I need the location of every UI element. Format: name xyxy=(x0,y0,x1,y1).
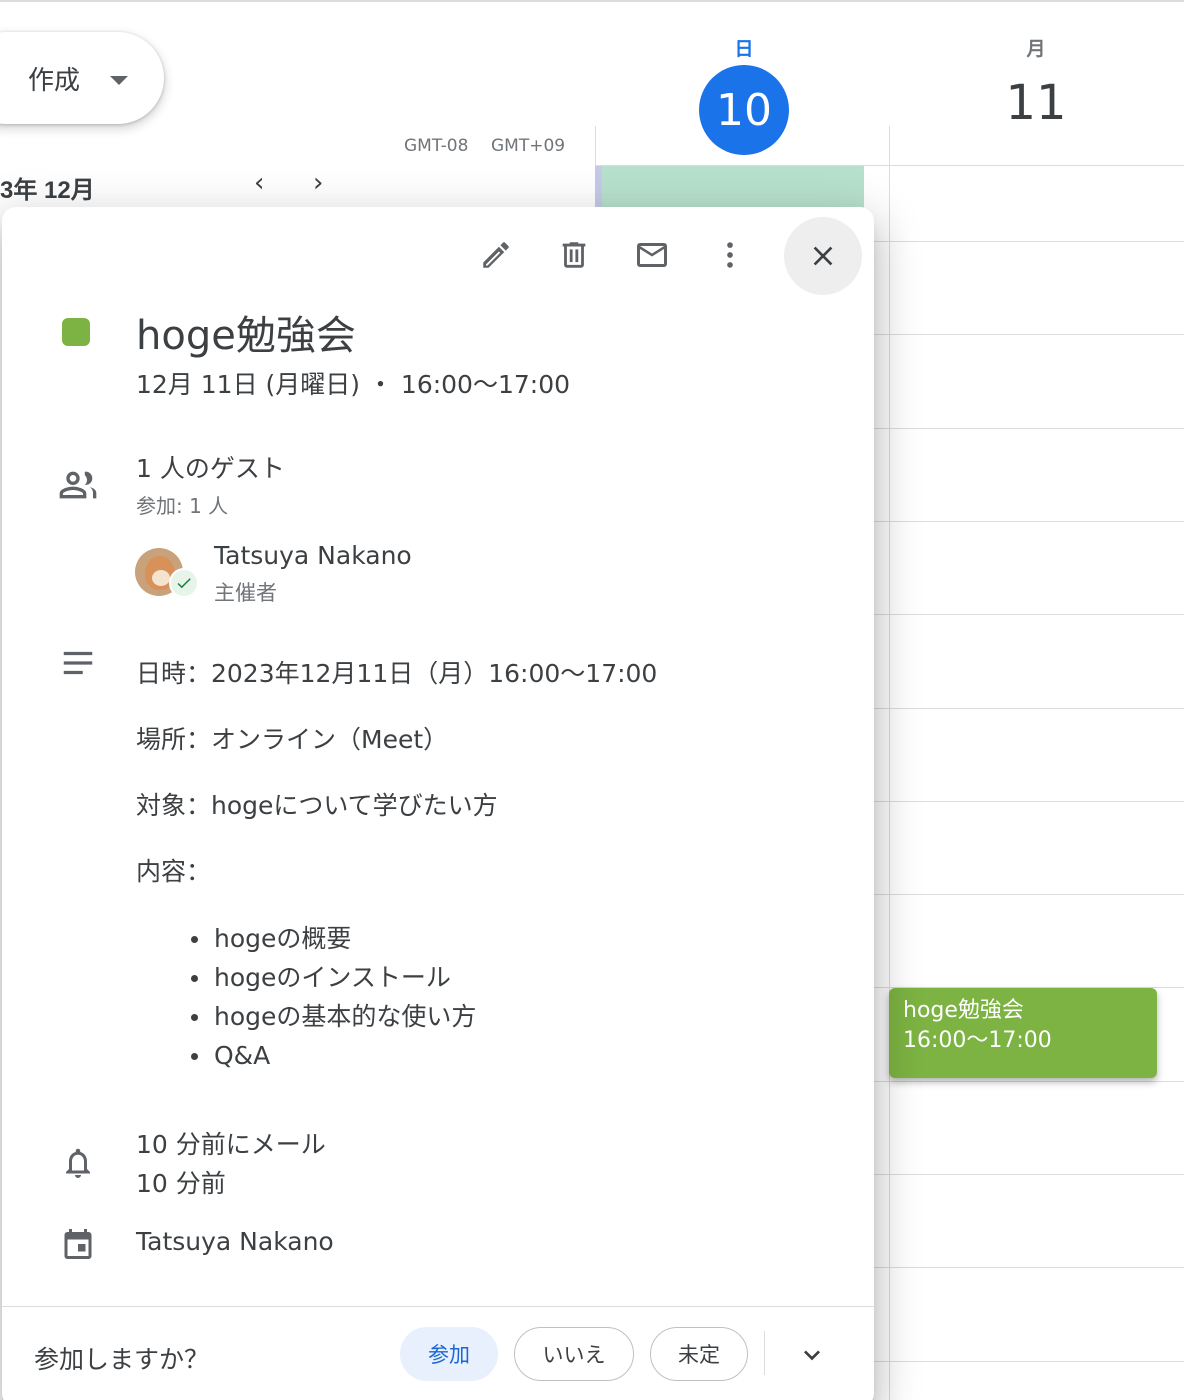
edit-button[interactable] xyxy=(470,229,522,281)
mini-calendar-prev-button[interactable]: ‹ xyxy=(254,168,264,198)
guest-name: Tatsuya Nakano xyxy=(214,541,412,570)
email-icon xyxy=(637,243,667,267)
description-line-datetime: 日時：2023年12月11日（月）16:00〜17:00 xyxy=(136,659,658,688)
grid-line xyxy=(874,614,1184,615)
grid-line xyxy=(874,1081,1184,1082)
delete-icon xyxy=(562,242,586,268)
grid-line xyxy=(874,1267,1184,1268)
grid-line xyxy=(889,126,890,1400)
footer-divider xyxy=(2,1306,874,1307)
event-detail-popup: hoge勉強会 12月 11日 (月曜日) ・ 16:00〜17:00 1 人の… xyxy=(2,207,874,1400)
day-of-week: 月 xyxy=(1026,38,1046,60)
description-line-target: 対象：hogeについて学びたい方 xyxy=(136,791,498,820)
create-label: 作成 xyxy=(28,65,81,96)
day-of-week: 日 xyxy=(734,38,754,60)
allday-edge xyxy=(595,166,602,210)
more-vert-icon xyxy=(727,242,733,268)
list-item: hogeの基本的な使い方 xyxy=(190,997,476,1036)
description-bullet-list: hogeの概要 hogeのインストール hogeの基本的な使い方 Q&A xyxy=(190,919,476,1075)
event-title: hoge勉強会 xyxy=(136,313,356,359)
mini-calendar-next-button[interactable]: › xyxy=(313,168,323,198)
grid-line xyxy=(874,708,1184,709)
bell-icon xyxy=(56,1141,100,1185)
description-line-content: 内容： xyxy=(136,857,212,886)
grid-line xyxy=(874,428,1184,429)
accepted-check-icon xyxy=(169,568,199,598)
grid-line xyxy=(874,241,1184,242)
calendar-owner: Tatsuya Nakano xyxy=(136,1227,334,1256)
delete-button[interactable] xyxy=(548,229,600,281)
grid-line xyxy=(874,1174,1184,1175)
rsvp-options-button[interactable] xyxy=(790,1333,834,1377)
guest-status: 参加: 1 人 xyxy=(136,494,229,518)
event-datetime: 12月 11日 (月曜日) ・ 16:00〜17:00 xyxy=(136,370,571,399)
day-header-mon[interactable]: 月 11 xyxy=(990,34,1082,131)
top-border xyxy=(0,0,1184,2)
event-color-indicator xyxy=(62,318,90,346)
event-chip-time: 16:00〜17:00 xyxy=(903,1028,1052,1053)
grid-line xyxy=(874,801,1184,802)
email-guests-button[interactable] xyxy=(626,229,678,281)
edit-icon xyxy=(483,242,509,268)
description-icon xyxy=(56,641,100,685)
rsvp-question: 参加しますか？ xyxy=(34,1345,210,1374)
create-button[interactable]: 作成 xyxy=(0,32,164,124)
notification-popup: 10 分前 xyxy=(136,1169,226,1198)
rsvp-maybe-button[interactable]: 未定 xyxy=(650,1327,748,1381)
grid-line xyxy=(874,894,1184,895)
grid-line xyxy=(874,521,1184,522)
grid-line xyxy=(874,1361,1184,1362)
timezone-primary: GMT-08 xyxy=(404,136,469,156)
caret-down-icon xyxy=(110,75,129,85)
list-item: hogeの概要 xyxy=(190,919,476,958)
day-number[interactable]: 11 xyxy=(990,75,1082,131)
timezone-secondary: GMT+09 xyxy=(491,136,566,156)
guest-count: 1 人のゲスト xyxy=(136,454,285,483)
event-chip[interactable]: hoge勉強会 16:00〜17:00 xyxy=(889,988,1157,1078)
rsvp-no-button[interactable]: いいえ xyxy=(514,1327,634,1381)
close-button[interactable] xyxy=(784,217,862,295)
event-chip-title: hoge勉強会 xyxy=(903,998,1024,1023)
close-icon xyxy=(813,246,833,266)
chevron-down-icon xyxy=(804,1350,820,1361)
grid-line xyxy=(874,334,1184,335)
rsvp-yes-button[interactable]: 参加 xyxy=(400,1327,498,1381)
calendar-icon xyxy=(56,1222,100,1266)
rsvp-divider xyxy=(764,1331,765,1375)
guest-role: 主催者 xyxy=(214,581,277,605)
description-line-location: 場所：オンライン（Meet） xyxy=(136,725,449,754)
more-options-button[interactable] xyxy=(704,229,756,281)
guests-icon xyxy=(56,463,100,507)
mini-calendar-month: 3年 12月 xyxy=(0,177,95,204)
day-number-today[interactable]: 10 xyxy=(699,65,789,155)
notification-email: 10 分前にメール xyxy=(136,1130,326,1159)
list-item: Q&A xyxy=(190,1036,476,1075)
list-item: hogeのインストール xyxy=(190,958,476,997)
day-header-sun[interactable]: 日 10 xyxy=(698,34,790,155)
